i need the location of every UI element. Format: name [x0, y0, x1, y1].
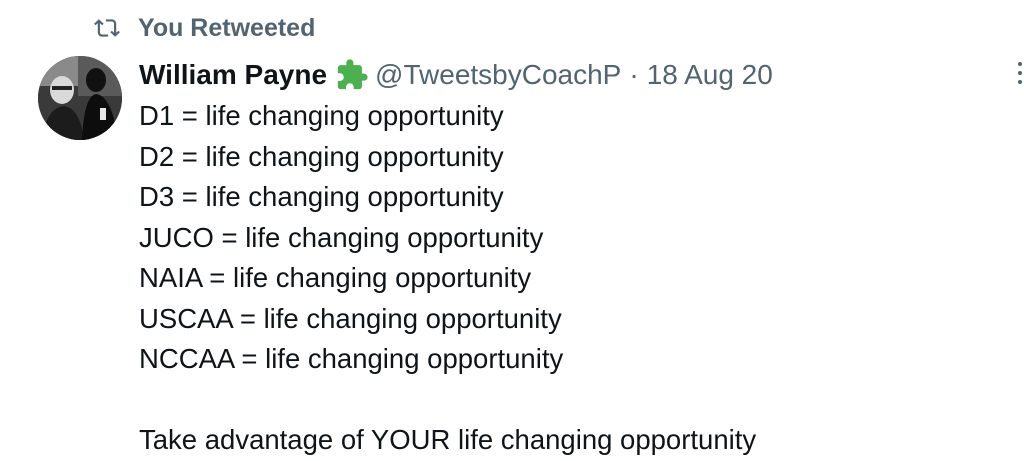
tweet-header: William Payne @TweetsbyCoachP · 18 Aug 2… [139, 56, 773, 94]
tweet-text: D1 = life changing opportunity D2 = life… [139, 96, 999, 461]
tweet-line-2: D2 = life changing opportunity [139, 140, 504, 172]
author-display-name[interactable]: William Payne [139, 59, 327, 91]
tweet-line-6: USCAA = life changing opportunity [139, 302, 562, 334]
social-context-text: You Retweeted [138, 13, 316, 42]
more-options-icon[interactable] [1014, 60, 1024, 86]
tweet-line-3: D3 = life changing opportunity [139, 181, 504, 212]
tweet[interactable]: You Retweeted William Payne @TweetsbyCoa… [0, 0, 1024, 460]
retweet-icon [94, 19, 120, 37]
tweet-line-9: Take advantage of YOUR life changing opp… [139, 424, 757, 455]
author-handle[interactable]: @TweetsbyCoachP [375, 59, 621, 91]
tweet-line-1: D1 = life changing opportunity [139, 100, 504, 131]
tweet-line-5: NAIA = life changing opportunity [139, 262, 532, 293]
avatar[interactable] [38, 56, 122, 140]
puzzle-piece-icon [337, 59, 368, 90]
avatar-image [38, 56, 122, 140]
separator-dot: · [629, 59, 639, 90]
tweet-line-7: NCCAA = life changing opportunity [139, 343, 564, 374]
tweet-timestamp[interactable]: 18 Aug 20 [647, 59, 773, 91]
tweet-line-4: JUCO = life changing opportunity [139, 221, 544, 253]
social-context[interactable]: You Retweeted [94, 12, 315, 44]
